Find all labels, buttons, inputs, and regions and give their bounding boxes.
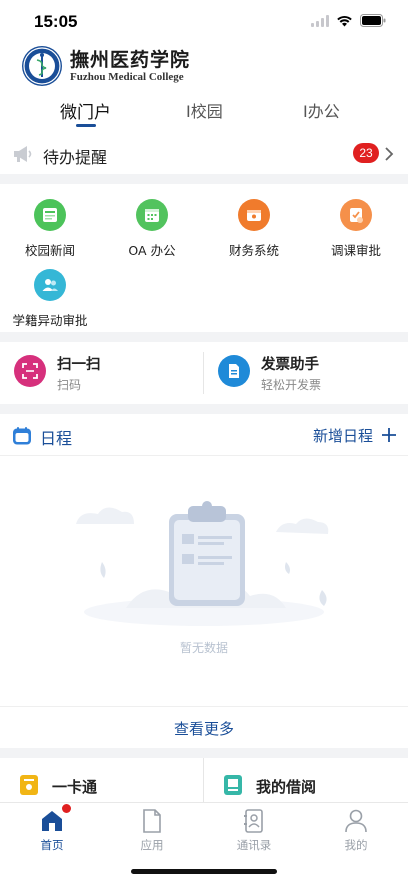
app-finance-system[interactable]: 财务系统	[204, 199, 304, 259]
invoice-icon	[218, 355, 250, 387]
quick-actions: 扫一扫 扫码 发票助手 轻松开发票	[0, 342, 408, 404]
portal-tabs: 微门户 I校园 I办公	[0, 92, 408, 132]
app-label: 财务系统	[228, 243, 279, 258]
invoice-title: 发票助手	[261, 357, 319, 373]
book-icon	[224, 775, 242, 795]
service-cards: 一卡通 我的借阅	[0, 758, 408, 802]
tab-office[interactable]: I办公	[303, 98, 340, 122]
todo-count-badge: 23	[353, 143, 379, 163]
campus-card-title: 一卡通	[52, 778, 98, 796]
section-divider	[0, 174, 408, 184]
users-icon	[34, 269, 66, 301]
scan-action[interactable]: 扫一扫 扫码	[0, 342, 203, 404]
schedule-empty-state: 暂无数据	[0, 456, 408, 706]
my-borrowing-entry[interactable]: 我的借阅	[204, 758, 408, 802]
schedule-header: 日程 新增日程	[0, 414, 408, 456]
document-icon	[139, 808, 165, 834]
wifi-icon	[337, 15, 352, 26]
scan-subtitle: 扫码	[57, 378, 82, 392]
campus-card-entry[interactable]: 一卡通	[0, 758, 203, 802]
app-campus-news[interactable]: 校园新闻	[0, 199, 100, 259]
todo-label: 待办提醒	[43, 148, 108, 167]
app-label: 调课审批	[330, 243, 381, 258]
calendar-icon	[13, 427, 31, 445]
my-borrowing-title: 我的借阅	[256, 778, 317, 796]
status-bar: 15:05	[0, 0, 408, 44]
wallet-icon	[238, 199, 270, 231]
section-divider	[0, 748, 408, 758]
app-course-change-approval[interactable]: 调课审批	[306, 199, 406, 259]
tab-contacts[interactable]: 通讯录	[214, 808, 294, 853]
notification-dot	[62, 804, 71, 813]
college-name-cn: 撫州医药学院	[70, 49, 191, 71]
card-icon	[20, 775, 38, 795]
news-icon	[34, 199, 66, 231]
app-label: OA 办公	[128, 243, 176, 258]
college-name: 撫州医药学院 Fuzhou Medical College	[70, 49, 190, 83]
calendar-grid-icon	[136, 199, 168, 231]
tab-campus[interactable]: I校园	[186, 98, 223, 122]
app-label: 校园新闻	[24, 243, 75, 258]
invoice-assistant-action[interactable]: 发票助手 轻松开发票	[204, 342, 408, 404]
tab-apps[interactable]: 应用	[112, 808, 192, 853]
todo-reminder-row[interactable]: 待办提醒 23	[0, 134, 408, 174]
approval-icon	[340, 199, 372, 231]
status-icons	[311, 14, 386, 27]
empty-text: 暂无数据	[179, 641, 228, 655]
megaphone-icon	[14, 146, 32, 162]
empty-clipboard-illustration	[76, 501, 329, 626]
college-brand: 撫州医药学院 Fuzhou Medical College	[22, 44, 190, 88]
battery-icon	[360, 14, 386, 27]
app-oa-office[interactable]: OA 办公	[102, 199, 202, 259]
view-more-button[interactable]: 查看更多	[0, 706, 408, 748]
home-indicator	[131, 869, 277, 874]
home-icon	[39, 804, 71, 834]
plus-icon	[381, 428, 396, 442]
add-schedule-label: 新增日程	[313, 427, 374, 445]
person-icon	[343, 808, 369, 834]
tab-home-label: 首页	[40, 838, 64, 852]
tab-contacts-label: 通讯录	[236, 838, 272, 852]
app-status-change-approval[interactable]: 学籍异动审批	[0, 269, 100, 329]
invoice-subtitle: 轻松开发票	[261, 378, 322, 392]
section-divider	[0, 404, 408, 414]
app-label: 学籍异动审批	[12, 313, 88, 328]
signal-icon	[311, 14, 329, 27]
tab-micro-portal[interactable]: 微门户	[60, 98, 111, 123]
scan-title: 扫一扫	[57, 357, 101, 373]
contacts-icon	[241, 808, 267, 834]
schedule-title: 日程	[40, 429, 73, 448]
section-divider	[0, 332, 408, 342]
college-logo	[22, 46, 62, 86]
tab-mine[interactable]: 我的	[316, 808, 396, 853]
chevron-right-icon	[385, 147, 394, 161]
tab-apps-label: 应用	[140, 838, 164, 852]
app-grid: 校园新闻 OA 办公 财务系统 调课审批 学籍异动审批	[0, 184, 408, 332]
tab-mine-label: 我的	[344, 838, 368, 852]
tab-home[interactable]: 首页	[12, 804, 92, 853]
active-tab-indicator	[76, 124, 96, 127]
add-schedule-button[interactable]: 新增日程	[313, 425, 396, 446]
status-time: 15:05	[34, 12, 78, 31]
college-name-en: Fuzhou Medical College	[70, 71, 184, 83]
view-more-label: 查看更多	[173, 720, 234, 738]
scan-icon	[14, 355, 46, 387]
